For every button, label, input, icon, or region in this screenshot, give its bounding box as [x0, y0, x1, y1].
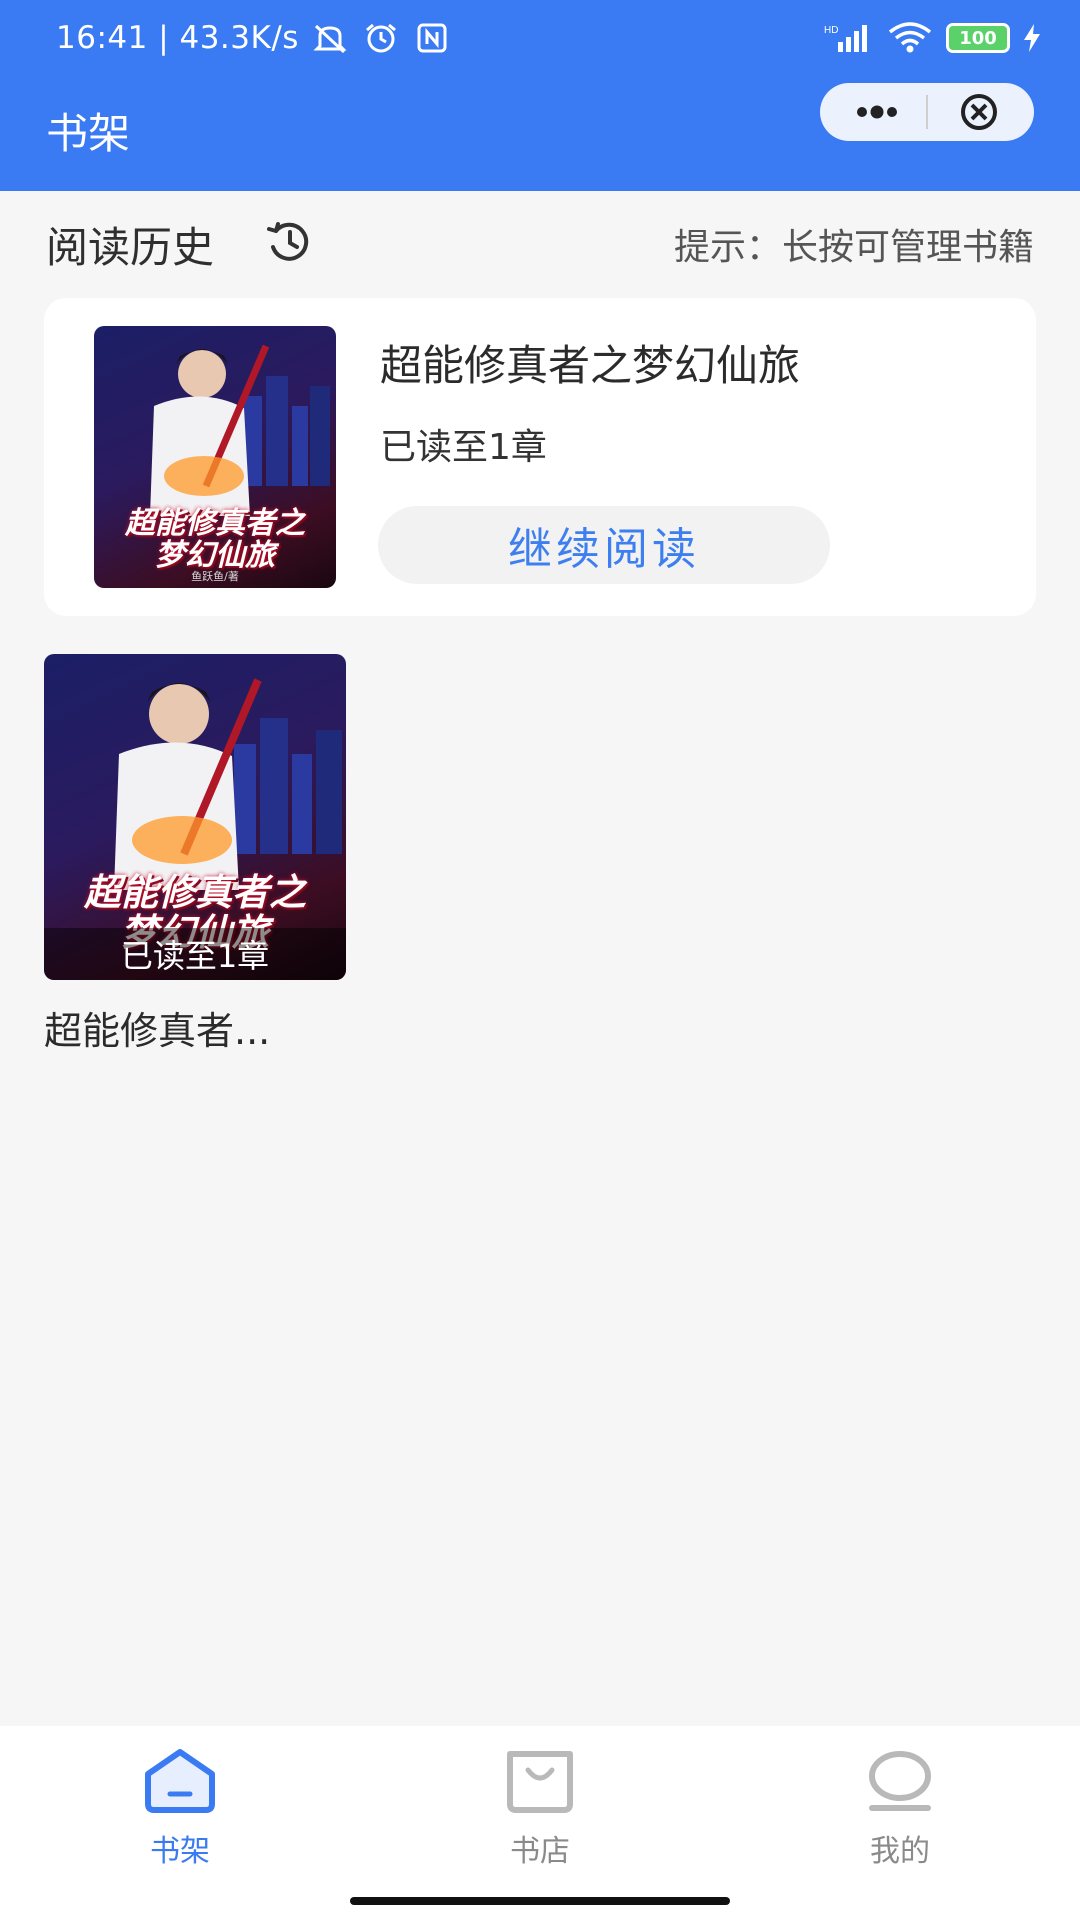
shelf-book-title[interactable]: 超能修真者...	[44, 1000, 346, 1055]
shopping-bag-icon	[507, 1751, 573, 1813]
tab-label: 我的	[870, 1834, 930, 1869]
status-time: 16:41 | 43.3K/s	[56, 20, 299, 56]
capsule-divider	[926, 95, 928, 129]
profile-icon	[869, 1751, 931, 1811]
read-progress: 已读至1章	[380, 427, 547, 468]
tab-label: 书店	[510, 1834, 570, 1869]
signal-icon: HD	[824, 25, 867, 52]
home-icon	[145, 1749, 215, 1813]
network-label: HD	[824, 25, 838, 36]
page-title: 书架	[46, 109, 131, 158]
history-card[interactable]: 超能修真者之 梦幻仙旅 鱼跃鱼/著 超能修真者之梦幻仙旅 已读至1章 继续阅读	[44, 298, 1036, 616]
book-cover[interactable]: 超能修真者之 梦幻仙旅 鱼跃鱼/著	[94, 326, 336, 588]
mute-icon	[313, 24, 347, 54]
header-bar: 16:41 | 43.3K/s HD 100 书架	[0, 0, 1080, 191]
manage-tip: 提示：长按可管理书籍	[673, 227, 1034, 268]
miniprogram-capsule	[820, 83, 1034, 141]
nfc-icon	[417, 23, 447, 53]
shelf-book-progress: 已读至1章	[44, 928, 346, 980]
status-right: HD 100	[824, 22, 1040, 54]
tab-bookstore[interactable]: 书店	[440, 1726, 640, 1896]
tab-label: 书架	[150, 1834, 210, 1869]
bottom-tab-bar: 书架 书店 我的	[0, 1726, 1080, 1920]
charging-icon	[1024, 24, 1040, 52]
history-icon[interactable]	[264, 217, 314, 267]
home-indicator	[350, 1897, 730, 1905]
book-title: 超能修真者之梦幻仙旅	[380, 341, 801, 390]
more-icon[interactable]	[848, 99, 906, 125]
continue-reading-button[interactable]: 继续阅读	[378, 506, 830, 584]
cover-author: 鱼跃鱼/著	[191, 570, 239, 583]
tab-profile[interactable]: 我的	[800, 1726, 1000, 1896]
alarm-icon	[366, 23, 396, 53]
tab-bookshelf[interactable]: 书架	[80, 1726, 280, 1896]
wifi-icon	[888, 22, 932, 53]
shelf-book-cover[interactable]: 超能修真者之 梦幻仙旅 已读至1章	[44, 654, 346, 980]
section-title: 阅读历史	[46, 223, 215, 272]
close-icon[interactable]	[956, 93, 1002, 131]
battery-indicator: 100	[946, 23, 1010, 53]
